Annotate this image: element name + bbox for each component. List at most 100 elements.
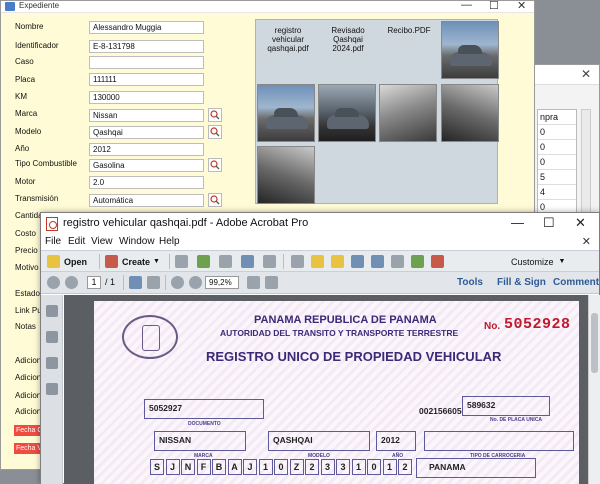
document-item[interactable]: Recibo.PDF xyxy=(380,26,438,35)
modelo-search-button[interactable] xyxy=(208,125,222,139)
previous-page-icon[interactable] xyxy=(47,276,60,289)
document-scrollbar[interactable] xyxy=(588,295,600,484)
customize-label: Customize xyxy=(511,256,554,267)
placa-input[interactable]: 111111 xyxy=(89,73,204,86)
tools-link[interactable]: Tools xyxy=(457,277,483,288)
combustible-input[interactable]: Gasolina xyxy=(89,159,204,172)
maximize-icon[interactable]: ☐ xyxy=(543,215,555,231)
page-total: / 1 xyxy=(105,277,116,287)
transmision-input[interactable]: Automática xyxy=(89,194,204,207)
grid-cell: 0 xyxy=(538,140,576,155)
minimize-icon[interactable]: — xyxy=(461,0,472,11)
main-toolbar: Open Create ▼ Customize ▼ xyxy=(41,250,599,272)
vehicle-photo[interactable] xyxy=(379,84,437,142)
vehicle-photo[interactable] xyxy=(257,146,315,204)
km-input[interactable]: 130000 xyxy=(89,91,204,104)
hand-icon[interactable] xyxy=(147,276,160,289)
create-pdf-icon xyxy=(105,255,118,268)
vertical-scrollbar[interactable] xyxy=(581,109,591,219)
print-icon[interactable] xyxy=(219,255,232,268)
vin-character: A xyxy=(227,459,242,475)
scrollbar-thumb[interactable] xyxy=(591,313,598,373)
document-viewport[interactable]: PANAMA REPUBLICA DE PANAMA AUTORIDAD DEL… xyxy=(64,295,588,484)
signatures-icon[interactable] xyxy=(46,383,58,395)
vehicle-photo[interactable] xyxy=(441,84,499,142)
zoom-in-icon[interactable] xyxy=(189,276,202,289)
minimize-icon[interactable]: — xyxy=(511,215,524,230)
field-label: KM xyxy=(15,92,27,101)
caso-input[interactable] xyxy=(89,56,204,69)
edit-icon[interactable] xyxy=(241,255,254,268)
menu-window[interactable]: Window xyxy=(119,236,155,247)
vehicle-photo[interactable] xyxy=(318,84,376,142)
highlight-icon[interactable] xyxy=(351,255,364,268)
vin-character: J xyxy=(165,459,180,475)
share-icon[interactable] xyxy=(391,255,404,268)
toolbar-separator xyxy=(99,254,100,269)
vehicle-photo[interactable] xyxy=(257,84,315,142)
gear-icon[interactable] xyxy=(291,255,304,268)
save-icon[interactable] xyxy=(175,255,188,268)
document-item[interactable]: Revisado Qashqai 2024.pdf xyxy=(318,26,378,53)
menu-file[interactable]: File xyxy=(45,236,61,247)
nombre-input[interactable]: Alessandro Muggia xyxy=(89,21,204,34)
email-icon[interactable] xyxy=(263,255,276,268)
full-screen-icon[interactable] xyxy=(265,276,278,289)
close-icon[interactable]: ✕ xyxy=(517,0,526,12)
export-icon[interactable] xyxy=(411,255,424,268)
menu-help[interactable]: Help xyxy=(159,236,180,247)
acrobat-icon[interactable] xyxy=(431,255,444,268)
transmision-search-button[interactable] xyxy=(208,193,222,207)
motor-input[interactable]: 2.0 xyxy=(89,176,204,189)
menu-view[interactable]: View xyxy=(91,236,113,247)
document-item[interactable]: registro vehicular qashqai.pdf xyxy=(259,26,317,53)
anio-input[interactable]: 2012 xyxy=(89,143,204,156)
close-icon[interactable]: ✕ xyxy=(581,67,591,81)
comment-icon[interactable] xyxy=(311,255,324,268)
grid-cell: 0 xyxy=(538,125,576,140)
vin-character: 3 xyxy=(320,459,335,475)
select-cursor-icon[interactable] xyxy=(129,276,142,289)
customize-button[interactable]: Customize ▼ xyxy=(511,254,565,269)
vin-character: 0 xyxy=(367,459,381,475)
field-label: Motor xyxy=(15,177,36,186)
maximize-icon[interactable]: ☐ xyxy=(489,0,499,12)
comment-link[interactable]: Comment xyxy=(553,277,599,288)
vehicle-photo[interactable] xyxy=(441,21,499,79)
create-button[interactable]: Create ▼ xyxy=(105,254,160,269)
app-icon xyxy=(5,2,15,11)
cloud-icon[interactable] xyxy=(197,255,210,268)
vin-character: N xyxy=(181,459,195,475)
identificador-input[interactable]: E-8-131798 xyxy=(89,40,204,53)
field-label: Modelo xyxy=(15,127,42,136)
sign-icon[interactable] xyxy=(371,255,384,268)
zoom-out-icon[interactable] xyxy=(171,276,184,289)
page-number-input[interactable]: 1 xyxy=(87,276,101,289)
marca-search-button[interactable] xyxy=(208,108,222,122)
combustible-search-button[interactable] xyxy=(208,158,222,172)
attachments-icon[interactable] xyxy=(46,357,58,369)
vin-character: 1 xyxy=(351,459,366,475)
pages-icon[interactable] xyxy=(46,305,58,317)
close-icon[interactable]: ✕ xyxy=(575,215,586,231)
marca-input[interactable]: Nissan xyxy=(89,109,204,122)
modelo-input[interactable]: Qashqai xyxy=(89,126,204,139)
zoom-level-input[interactable]: 99,2% xyxy=(205,276,239,289)
close-document-icon[interactable]: ✕ xyxy=(582,235,591,248)
doc-title-registro: REGISTRO UNICO DE PROPIEDAD VEHICULAR xyxy=(206,349,502,364)
stamp-icon[interactable] xyxy=(331,255,344,268)
bookmarks-icon[interactable] xyxy=(46,331,58,343)
next-page-icon[interactable] xyxy=(65,276,78,289)
carroceria-box xyxy=(424,431,574,451)
doc-title-republic: PANAMA REPUBLICA DE PANAMA xyxy=(254,314,437,326)
fit-page-icon[interactable] xyxy=(247,276,260,289)
toolbar-separator xyxy=(165,275,166,290)
acrobat-window: registro vehicular qashqai.pdf - Adobe A… xyxy=(40,212,600,484)
marca-box: NISSAN xyxy=(154,431,246,451)
open-button[interactable]: Open xyxy=(47,254,87,269)
fill-sign-link[interactable]: Fill & Sign xyxy=(497,277,546,288)
menu-edit[interactable]: Edit xyxy=(68,236,85,247)
expediente-titlebar: Expediente — ☐ ✕ xyxy=(1,0,534,13)
doc-title-authority: AUTORIDAD DEL TRANSITO Y TRANSPORTE TERR… xyxy=(220,328,459,338)
modelo-box: QASHQAI xyxy=(268,431,370,451)
